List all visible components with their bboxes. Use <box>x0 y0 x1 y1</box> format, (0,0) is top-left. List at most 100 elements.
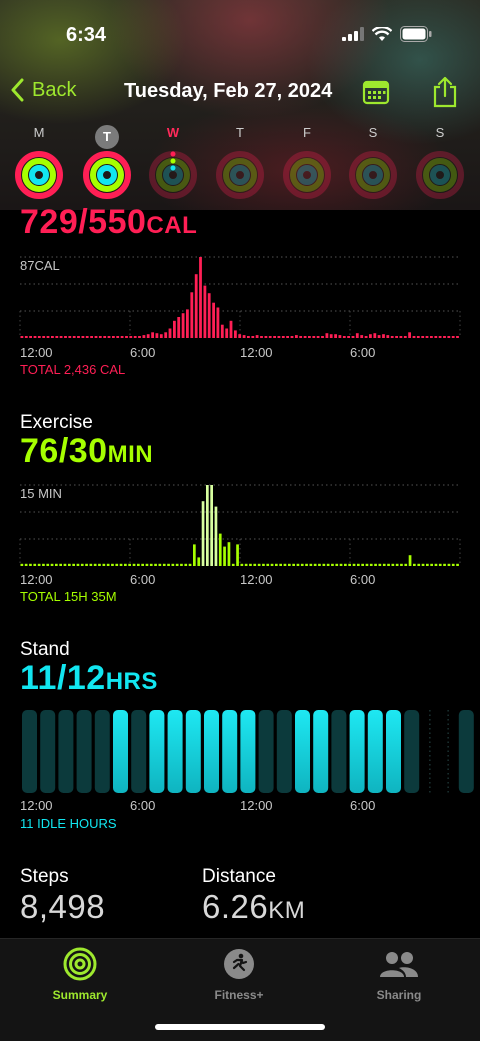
stand-hour-bar <box>94 710 110 793</box>
move-bar <box>408 332 411 338</box>
exercise-bar <box>33 563 37 566</box>
back-button[interactable]: Back <box>10 78 76 102</box>
move-bar <box>338 335 342 338</box>
move-bar <box>451 336 455 338</box>
day-activity-rings-5[interactable] <box>348 150 398 200</box>
exercise-bar <box>201 501 205 566</box>
move-bar <box>434 336 438 338</box>
exercise-bar <box>292 563 295 566</box>
exercise-bar <box>283 563 287 566</box>
exercise-bar <box>257 563 261 566</box>
move-bar <box>255 335 259 338</box>
exercise-bar <box>288 563 291 566</box>
stand-label: Stand <box>20 639 70 660</box>
exercise-bar <box>231 563 235 566</box>
move-bar <box>416 336 420 338</box>
week-day-0[interactable]: M <box>15 125 63 140</box>
stand-hour-bar <box>404 710 420 793</box>
day-activity-rings-4[interactable] <box>282 150 332 200</box>
exercise-bar <box>188 563 192 566</box>
exercise-bar <box>128 563 131 566</box>
week-day-4[interactable]: F <box>283 125 331 140</box>
exercise-bar <box>357 563 360 566</box>
exercise-bar <box>37 563 41 566</box>
exercise-tick-label: 6:00 <box>130 572 156 587</box>
exercise-bar <box>408 555 412 566</box>
move-bar <box>286 336 289 338</box>
day-activity-rings-2[interactable] <box>148 150 198 200</box>
exercise-bar <box>115 563 119 566</box>
move-bar <box>72 336 76 338</box>
steps-value: 8,498 <box>20 888 106 925</box>
week-day-1[interactable]: T <box>83 125 131 149</box>
stand-hour-bar <box>386 710 401 793</box>
exercise-bar <box>175 563 179 566</box>
move-bar <box>107 336 111 338</box>
move-bar <box>399 336 403 338</box>
move-bar <box>159 334 163 338</box>
exercise-bar <box>106 563 110 566</box>
move-bar <box>321 336 324 338</box>
move-value: 729/550CAL <box>20 203 197 242</box>
exercise-bar <box>322 563 326 566</box>
stand-hour-bar <box>222 710 238 793</box>
move-tick-label: 12:00 <box>240 345 273 360</box>
move-bar <box>199 257 202 338</box>
week-day-5[interactable]: S <box>349 125 397 140</box>
exercise-bar <box>262 563 265 566</box>
move-bar <box>412 336 416 338</box>
exercise-bar <box>197 557 201 566</box>
exercise-bar <box>184 563 188 566</box>
exercise-bar <box>206 485 209 566</box>
day-activity-rings-6[interactable] <box>415 150 465 200</box>
stand-hour-bar <box>22 710 37 793</box>
stand-hour-bar <box>113 710 128 793</box>
signal-icon <box>342 27 364 41</box>
day-activity-rings-0[interactable] <box>14 150 64 200</box>
day-activity-rings-3[interactable] <box>215 150 265 200</box>
exercise-bar <box>378 563 382 566</box>
exercise-bar <box>318 563 321 566</box>
tab-fitness-plus[interactable]: Fitness+ <box>179 946 299 1002</box>
exercise-bar <box>279 563 282 566</box>
exercise-bar <box>132 563 136 566</box>
move-bar <box>173 320 176 338</box>
exercise-bar <box>387 563 390 566</box>
exercise-bar <box>236 544 239 566</box>
exercise-bar <box>443 563 446 566</box>
exercise-bar <box>421 563 425 566</box>
week-day-3[interactable]: T <box>216 125 264 140</box>
back-label: Back <box>32 78 77 101</box>
move-bar <box>116 336 120 338</box>
exercise-bar <box>249 563 252 566</box>
tab-summary[interactable]: Summary <box>20 946 140 1002</box>
exercise-bar <box>456 563 459 566</box>
week-day-6[interactable]: S <box>416 125 464 140</box>
tab-summary-label: Summary <box>52 988 108 1002</box>
move-bar <box>316 336 320 338</box>
calendar-button[interactable] <box>362 78 390 111</box>
exercise-bar <box>162 563 166 566</box>
tab-sharing[interactable]: Sharing <box>339 946 459 1002</box>
exercise-bar <box>137 563 140 566</box>
move-chart <box>19 256 461 338</box>
day-activity-rings-1[interactable] <box>82 150 132 200</box>
chevron-left-icon <box>11 78 24 102</box>
move-bar <box>142 335 146 338</box>
distance-value: 6.26KM <box>202 888 305 926</box>
exercise-bar <box>55 563 58 566</box>
move-bar <box>229 320 233 338</box>
share-button[interactable] <box>432 76 458 113</box>
move-bar <box>290 336 294 338</box>
move-bar <box>277 336 281 338</box>
move-bar <box>220 324 224 338</box>
exercise-bar <box>102 563 106 566</box>
calendar-icon <box>362 80 390 105</box>
week-day-2[interactable]: W <box>149 125 197 140</box>
move-bar <box>251 336 255 338</box>
stand-hour-bar <box>58 710 74 793</box>
exercise-bar <box>46 563 50 566</box>
move-bar <box>373 333 377 338</box>
move-bar <box>81 336 85 338</box>
exercise-bar <box>180 563 183 566</box>
